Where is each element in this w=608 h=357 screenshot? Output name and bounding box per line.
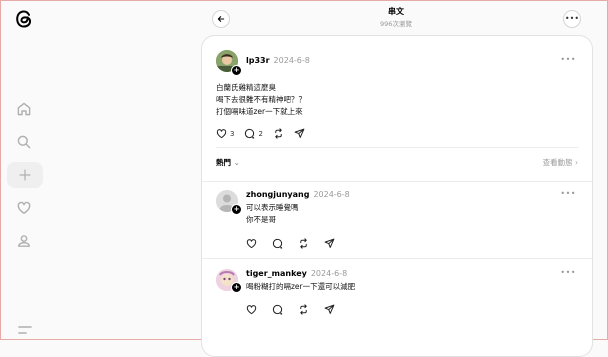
follow-badge[interactable]: + [231,65,242,76]
like-button[interactable]: 3 [216,128,234,139]
timestamp: 2024-6-8 [313,190,350,199]
sort-label: 熱門 [216,158,231,167]
heart-icon [246,239,257,249]
share-button[interactable] [324,304,335,315]
comment-icon [245,128,255,139]
follow-badge[interactable]: + [231,282,242,293]
reply-header: tiger_mankey 2024-6-8 [246,269,347,278]
divider [202,181,592,182]
chevron-right-icon: › [575,158,578,167]
send-icon [324,304,335,314]
username[interactable]: tiger_mankey [246,269,307,278]
repost-icon [300,238,307,249]
post-text: 白蘭氏雞精這麼臭喝下去很難不有精神吧？？ 打個嗝味道zer一下就上來 [216,82,306,118]
threads-logo-icon[interactable] [13,8,35,30]
post-line: 白蘭氏雞精這麼臭 [216,83,276,92]
repost-icon [300,304,307,315]
repost-button[interactable] [298,304,309,315]
divider [202,258,592,259]
reply-more-icon[interactable]: ••• [560,189,576,198]
reply-line: 你不是哥 [246,215,276,224]
reply-actions [246,238,345,249]
username[interactable]: lp33r [246,56,270,65]
comment-icon [272,304,283,315]
send-icon [324,238,335,248]
create-button[interactable] [7,162,43,188]
sidebar [1,1,49,341]
share-button[interactable] [324,238,335,249]
comment-icon [272,238,283,249]
sort-dropdown[interactable]: 熱門 ⌄ [216,157,240,168]
reply-line: 可以表示睡覺嗎 [246,203,299,212]
comment-button[interactable] [272,304,283,315]
post-header: lp33r 2024-6-8 [246,56,310,65]
reply-text: 可以表示睡覺嗎 你不是哥 [246,202,299,226]
like-count: 3 [230,129,235,138]
chevron-down-icon: ⌄ [233,158,240,167]
comment-button[interactable]: 2 [244,128,263,139]
timestamp: 2024-6-8 [273,56,310,65]
post-line: 喝下去很難不有精神吧？？ [216,95,306,104]
view-activity-label: 查看動態 [542,158,573,167]
heart-icon [246,305,257,315]
view-activity-link[interactable]: 查看動態 › [543,157,578,168]
search-icon[interactable] [14,132,34,152]
username[interactable]: zhongjunyang [246,190,309,199]
thread-card: + lp33r 2024-6-8 ••• 白蘭氏雞精這麼臭 喝下去很難不有精神吧？？… [201,35,593,357]
heart-icon [216,129,227,139]
home-icon[interactable] [14,99,34,119]
repost-button[interactable] [298,238,309,249]
timestamp: 2024-6-8 [310,269,348,278]
page-header: 串文 996次瀏覽 ••• [201,1,591,35]
send-icon [294,128,305,138]
page-title: 串文 [388,7,404,16]
reply-actions [246,304,345,315]
reply-line: 喝粉糊打的嗝zer一下還可以減肥 [246,282,356,291]
more-icon: ••• [564,14,580,23]
repost-icon [275,128,282,139]
share-button[interactable] [294,128,305,139]
menu-icon[interactable] [17,321,33,334]
reply-header: zhongjunyang 2024-6-8 [246,190,350,199]
more-options-button[interactable]: ••• [563,10,581,28]
plus-icon [18,168,32,182]
heart-icon[interactable] [14,198,34,218]
post-more-icon[interactable]: ••• [560,55,576,64]
comment-count: 2 [258,129,263,138]
follow-badge[interactable]: + [231,204,242,215]
sort-row: 熱門 ⌄ 查看動態 › [216,157,578,171]
post-actions: 3 2 [216,128,315,139]
reply-text: 喝粉糊打的嗝zer一下還可以減肥 [246,281,355,293]
post-line: 打個嗝味道zer一下就上來 [216,107,303,116]
view-count: 996次瀏覽 [380,20,412,28]
reply-more-icon[interactable]: ••• [560,268,576,277]
comment-button[interactable] [272,238,283,249]
divider [216,147,578,148]
person-icon[interactable] [14,231,34,251]
like-button[interactable] [246,238,257,249]
repost-button[interactable] [273,128,284,139]
like-button[interactable] [246,304,257,315]
